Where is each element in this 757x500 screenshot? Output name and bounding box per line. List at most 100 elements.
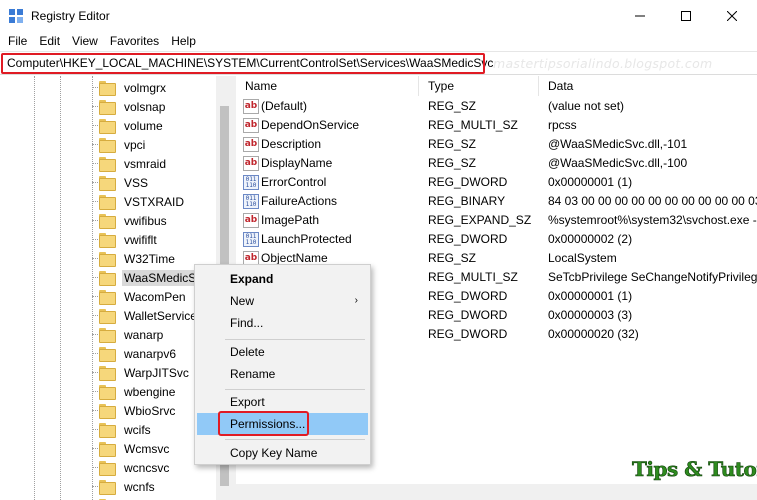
folder-icon	[99, 176, 116, 191]
close-button[interactable]	[709, 0, 755, 31]
tree-item-label: wanarpv6	[124, 346, 177, 361]
tree-item[interactable]: WalletService	[99, 306, 199, 325]
value-data-cell: 84 03 00 00 00 00 00 00 00 00 00 00 03 0…	[548, 194, 757, 208]
tree-item-label: volsnap	[124, 99, 166, 114]
folder-icon	[99, 195, 116, 210]
value-row[interactable]: ab DisplayName REG_SZ @WaaSMedicSvc.dll,-10…	[236, 154, 757, 173]
value-type-cell: REG_MULTI_SZ	[428, 270, 518, 284]
tree-guide-line	[92, 76, 93, 500]
tree-item[interactable]: volsnap	[99, 97, 167, 116]
permissions-highlight-box	[218, 411, 309, 436]
values-horizontal-scrollbar[interactable]	[236, 484, 757, 500]
tree-item-label: vpci	[124, 137, 146, 152]
title-bar: Registry Editor	[0, 0, 757, 31]
value-name-cell: ImagePath	[261, 213, 320, 227]
minimize-icon	[635, 15, 645, 16]
value-data-cell: LocalSystem	[548, 251, 617, 265]
value-data-cell: 0x00000001 (1)	[548, 175, 633, 189]
submenu-arrow-icon: ›	[354, 295, 358, 306]
menu-delete[interactable]: Delete	[197, 341, 368, 363]
tree-item[interactable]: WacomPen	[99, 287, 188, 306]
tree-item-label: vsmraid	[124, 156, 167, 171]
string-value-icon: ab	[243, 137, 259, 152]
folder-icon	[99, 119, 116, 134]
value-row[interactable]: ab ImagePath REG_EXPAND_SZ %systemroot%\sys…	[236, 211, 757, 230]
value-data-cell: SeTcbPrivilege SeChangeNotifyPrivilege	[548, 270, 757, 284]
column-header-name[interactable]: Name	[236, 76, 419, 96]
menu-favorites[interactable]: Favorites	[104, 31, 165, 51]
close-icon	[727, 10, 737, 21]
value-row[interactable]: ab (Default) REG_SZ (value not set)	[236, 97, 757, 116]
tree-item[interactable]: volume	[99, 116, 165, 135]
maximize-button[interactable]	[663, 0, 709, 31]
menu-edit[interactable]: Edit	[33, 31, 66, 51]
menu-copy-key-name[interactable]: Copy Key Name	[197, 442, 368, 464]
menu-separator	[225, 439, 365, 440]
column-header-type[interactable]: Type	[419, 76, 539, 96]
tree-item[interactable]: W32Time	[99, 249, 177, 268]
menu-expand[interactable]: Expand	[197, 268, 368, 290]
tree-item[interactable]: wanarp	[99, 325, 165, 344]
tree-item[interactable]: Wcmsvc	[99, 439, 171, 458]
menu-export[interactable]: Export	[197, 391, 368, 413]
value-name-cell: LaunchProtected	[261, 232, 352, 246]
value-data-cell: 0x00000001 (1)	[548, 289, 633, 303]
value-data-cell: %systemroot%\system32\svchost.exe -k	[548, 213, 757, 227]
tree-item[interactable]: WarpJITSvc	[99, 363, 191, 382]
value-row[interactable]: 011 110 ErrorControl REG_DWORD 0x00000001 (…	[236, 173, 757, 192]
folder-icon	[99, 480, 116, 495]
tree-item[interactable]: vwififlt	[99, 230, 159, 249]
menu-new-label: New	[230, 294, 255, 308]
value-data-cell: 0x00000003 (3)	[548, 308, 633, 322]
tree-item-label: VSTXRAID	[124, 194, 185, 209]
value-name-cell: FailureActions	[261, 194, 338, 208]
menu-new[interactable]: New ›	[197, 290, 368, 312]
menu-view[interactable]: View	[66, 31, 104, 51]
menu-rename[interactable]: Rename	[197, 363, 368, 385]
tree-item[interactable]: vwifibus	[99, 211, 169, 230]
folder-icon	[99, 309, 116, 324]
binary-value-icon: 011 110	[243, 194, 259, 209]
value-type-cell: REG_SZ	[428, 137, 477, 151]
value-row[interactable]: 011 110 LaunchProtected REG_DWORD 0x0000000…	[236, 230, 757, 249]
menu-file[interactable]: File	[2, 31, 33, 51]
tree-item[interactable]: wbengine	[99, 382, 177, 401]
tree-item-label: WbioSrvc	[124, 403, 176, 418]
folder-icon	[99, 157, 116, 172]
folder-icon	[99, 290, 116, 305]
tree-item[interactable]: wcncsvc	[99, 458, 171, 477]
tree-item-label: wanarp	[124, 327, 164, 342]
tree-item-label: volume	[124, 118, 163, 133]
tree-item[interactable]: volmgrx	[99, 78, 168, 97]
tree-item-label: WalletService	[124, 308, 197, 323]
tree-item[interactable]: wanarpv6	[99, 344, 178, 363]
value-row[interactable]: 011 110 FailureActions REG_BINARY 84 03 00 …	[236, 192, 757, 211]
column-header-data[interactable]: Data	[539, 76, 757, 96]
folder-icon	[99, 81, 116, 96]
value-data-cell: 0x00000020 (32)	[548, 327, 639, 341]
tree-item[interactable]: VSTXRAID	[99, 192, 186, 211]
tree-item[interactable]: VSS	[99, 173, 150, 192]
tree-item[interactable]: vpci	[99, 135, 147, 154]
tree-item[interactable]: WdBoot	[99, 496, 169, 500]
string-value-icon: ab	[243, 156, 259, 171]
watermark-text: mastertipsorialindo.blogspot.com	[493, 56, 713, 71]
tree-item[interactable]: vsmraid	[99, 154, 168, 173]
value-name-cell: Description	[261, 137, 322, 151]
menu-find[interactable]: Find...	[197, 312, 368, 334]
value-name-cell: (Default)	[261, 99, 308, 113]
minimize-button[interactable]	[617, 0, 663, 31]
tree-item[interactable]: WbioSrvc	[99, 401, 177, 420]
value-type-cell: REG_DWORD	[428, 289, 508, 303]
menu-separator	[225, 339, 365, 340]
tree-item[interactable]: wcnfs	[99, 477, 157, 496]
menu-help[interactable]: Help	[165, 31, 202, 51]
tips-tutorial-logo: Tips & Tutorial	[632, 457, 757, 482]
value-row[interactable]: ab DependOnService REG_MULTI_SZ rpcss	[236, 116, 757, 135]
folder-icon	[99, 461, 116, 476]
address-bar[interactable]: Computer\HKEY_LOCAL_MACHINE\SYSTEM\Curre…	[0, 51, 757, 75]
value-row[interactable]: ab Description REG_SZ @WaaSMedicSvc.dll,-10…	[236, 135, 757, 154]
tree-item-label: vwifibus	[124, 213, 167, 228]
tree-item[interactable]: wcifs	[99, 420, 153, 439]
tree-guide-line	[60, 76, 61, 500]
